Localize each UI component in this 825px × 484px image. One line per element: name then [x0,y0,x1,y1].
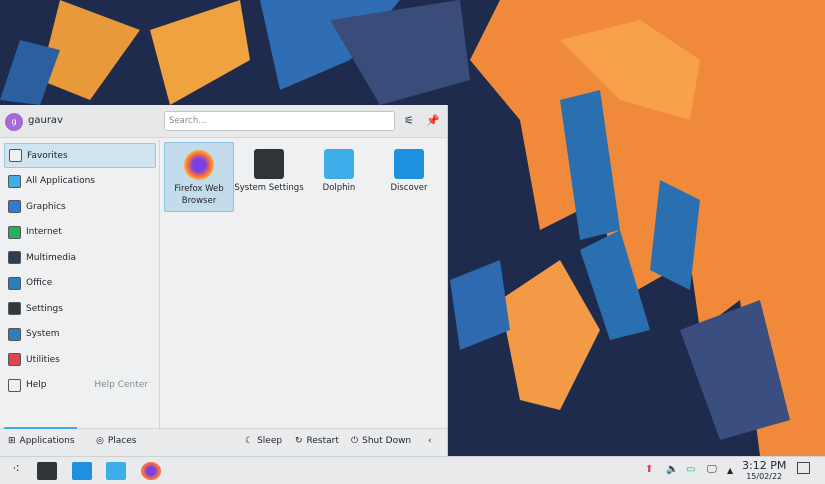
compass-icon: ◎ [96,436,104,446]
app-label: Discover [390,183,428,193]
button-label: Sleep [257,436,283,446]
system-settings-icon [254,149,284,179]
volume-icon[interactable]: 🔈 [666,464,678,475]
sidebar-item-label: Utilities [26,354,60,365]
application-launcher: g gaurav Search... ⚟ 📌 Favorites All Appl… [0,105,448,456]
sidebar-item-label: Office [26,278,53,288]
taskbar: ⁖ ⬆ 🔈 ▭ 🖵 ▲ 3:12 PM 15/02/22 [0,456,825,484]
sidebar-item-label: Multimedia [26,252,77,263]
network-icon[interactable]: 🖵 [707,464,717,475]
launcher-icon[interactable]: ⁖ [6,462,26,480]
multimedia-icon [8,251,21,264]
clock-time: 3:12 PM [742,459,787,472]
system-icon [8,327,21,341]
sidebar-item-label: All Applications [26,176,95,186]
favorite-firefox-web-browser[interactable]: Firefox Web Browser [164,142,234,212]
shutdown-button[interactable]: ⏻ Shut Down [351,436,411,446]
office-icon [8,276,21,290]
bookmark-icon [9,149,22,162]
sidebar-item-label: Graphics [26,201,66,212]
graphics-icon [8,200,21,213]
sidebar-item-multimedia[interactable]: Multimedia [4,245,156,270]
show-desktop-icon[interactable] [797,462,810,474]
power-icon: ⏻ [351,436,359,446]
app-label: Firefox Web Browser [174,184,224,206]
chevron-left-icon: ‹ [428,436,432,446]
search-input[interactable]: Search... [164,111,395,131]
grid-icon: ⊞ [8,436,16,446]
favorite-dolphin[interactable]: Dolphin [304,142,374,212]
avatar[interactable]: g [5,113,23,131]
tab-applications[interactable]: ⊞ Applications [8,436,75,446]
launcher-footer: ⊞ Applications ◎ Places ☾ Sleep ↻ Restart ⏻ S… [0,427,447,456]
restart-button[interactable]: ↻ Restart [295,436,339,446]
toolbox-icon [8,353,21,366]
sleep-button[interactable]: ☾ Sleep [245,436,282,446]
leave-button[interactable]: ‹ [428,436,432,446]
sleep-icon: ☾ [245,436,254,446]
clock-date: 15/02/22 [746,472,783,481]
taskbar-discover-icon[interactable] [72,462,92,480]
firefox-icon [184,150,214,180]
configure-icon[interactable]: ⚟ [401,113,417,129]
active-tab-indicator [4,427,77,429]
sidebar-item-utilities[interactable]: Utilities [4,347,156,372]
restart-icon: ↻ [295,436,303,446]
sidebar-item-label: Settings [26,303,63,314]
sidebar-item-system[interactable]: System [4,322,156,347]
favorite-system-settings[interactable]: System Settings [234,142,304,212]
sidebar-item-label: Help [26,380,47,390]
folder-icon [324,149,354,179]
user-name: gaurav [28,115,63,126]
taskbar-dolphin-icon[interactable] [106,462,126,480]
tray-expand-icon[interactable]: ▲ [727,466,733,475]
sidebar-item-all-applications[interactable]: All Applications [4,169,156,194]
button-label: Shut Down [362,436,412,446]
grid-icon [8,174,21,188]
sidebar-item-internet[interactable]: Internet [4,220,156,245]
sidebar-item-help[interactable]: Help Help Center [4,373,156,398]
sidebar-item-settings[interactable]: Settings [4,296,156,321]
tab-label: Applications [19,436,75,446]
sidebar-item-label: Internet [26,227,62,237]
sidebar-item-extra: Help Center [94,380,148,390]
app-label: System Settings [234,183,304,193]
tab-places[interactable]: ◎ Places [96,436,136,446]
settings-icon [8,302,21,315]
globe-icon [8,225,21,239]
taskbar-system-settings-icon[interactable] [37,462,57,480]
battery-icon[interactable]: ▭ [686,464,695,475]
digital-clock[interactable]: 3:12 PM 15/02/22 [742,460,786,482]
discover-icon [394,149,424,179]
app-label: Dolphin [322,183,356,193]
pin-icon[interactable]: 📌 [425,113,441,129]
taskbar-firefox-icon[interactable] [141,462,161,480]
sidebar-item-favorites[interactable]: Favorites [4,143,156,168]
favorite-discover[interactable]: Discover [374,142,444,212]
launcher-header: g gaurav Search... ⚟ 📌 [0,105,447,138]
sidebar-item-office[interactable]: Office [4,271,156,296]
help-icon [8,378,21,392]
tab-label: Places [107,436,137,446]
sidebar-item-graphics[interactable]: Graphics [4,194,156,219]
updates-icon[interactable]: ⬆ [645,464,653,475]
category-sidebar: Favorites All Applications Graphics Interne… [0,139,160,428]
button-label: Restart [306,436,339,446]
sidebar-item-label: System [26,329,60,339]
sidebar-item-label: Favorites [27,150,68,161]
